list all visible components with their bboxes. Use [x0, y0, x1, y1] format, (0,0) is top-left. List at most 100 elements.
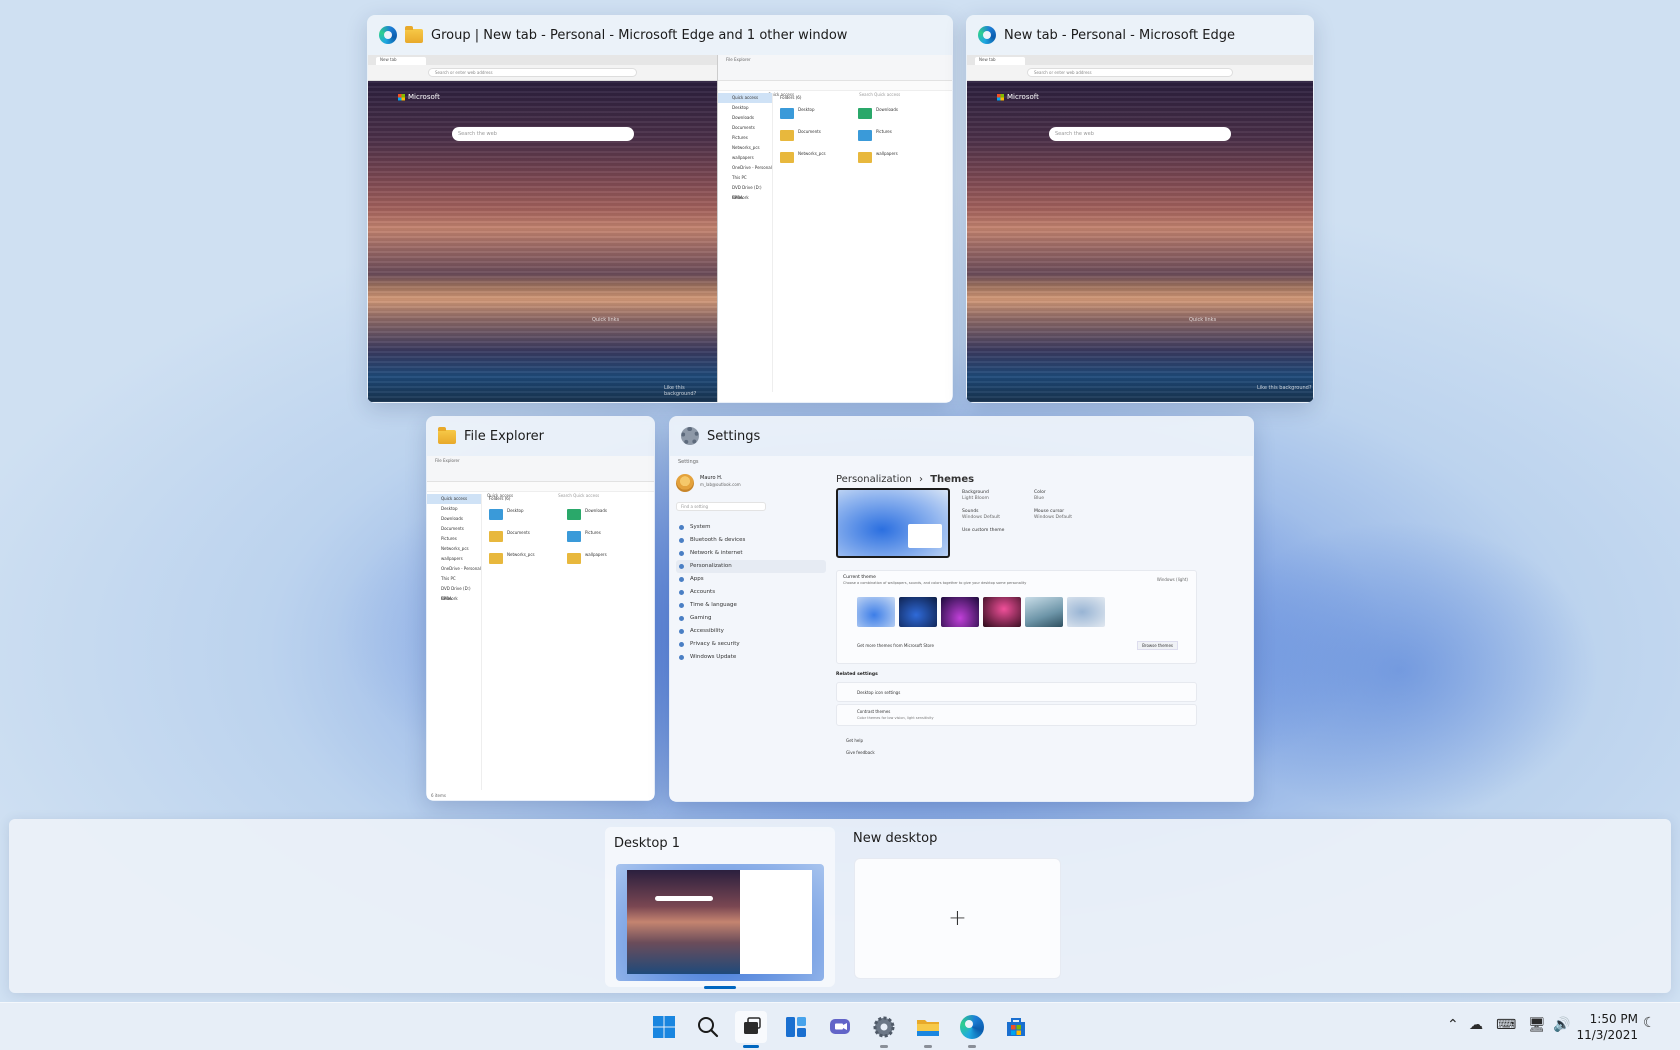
clock-time: 1:50 PM [1589, 1012, 1638, 1026]
start-button[interactable] [648, 1011, 680, 1043]
edge-icon [379, 26, 397, 44]
theme-prop-color: Color Blue [1034, 490, 1046, 501]
widgets-button[interactable] [780, 1011, 812, 1043]
window-edge-group[interactable]: Group | New tab - Personal - Microsoft E… [367, 15, 953, 403]
desktop-thumb-explorer [740, 870, 812, 974]
settings-app-label: Settings [678, 459, 699, 465]
folder-icon [438, 427, 456, 444]
microsoft-logo-icon [398, 93, 405, 101]
new-desktop-button[interactable]: + [854, 858, 1061, 979]
explorer-thumbnail: File Explorer Quick access Search Quick … [427, 456, 654, 800]
keyboard-icon[interactable]: ⌨ [1496, 1017, 1516, 1033]
folder-icon [405, 26, 423, 43]
edge-thumbnail: New tab Search or enter web address Micr… [368, 55, 717, 402]
desktop-1-selected-indicator [704, 986, 736, 989]
window-title-bar[interactable]: Group | New tab - Personal - Microsoft E… [367, 15, 953, 55]
explorer-address: Quick access Search Quick access [427, 482, 654, 498]
address-bar: Search or enter web address [1027, 68, 1233, 77]
window-thumbnail[interactable]: New tab Search or enter web address Micr… [368, 55, 952, 402]
find-setting-input: Find a setting [676, 502, 766, 511]
ntp-like-background: Like this background? [1257, 385, 1312, 391]
window-title-bar[interactable]: File Explorer [426, 416, 655, 456]
window-title: New tab - Personal - Microsoft Edge [1004, 27, 1235, 43]
contrast-themes-row: Contrast themes Color themes for low vis… [836, 704, 1197, 726]
explorer-folders: Folders (6) Desktop Downloads Documents … [778, 93, 952, 392]
desktop-1-thumbnail[interactable] [616, 864, 824, 981]
theme-swatch [1067, 597, 1105, 627]
theme-prop-sounds: Sounds Windows Default [962, 509, 1000, 520]
new-desktop-label: New desktop [853, 831, 938, 846]
settings-thumbnail: Settings Mauro H. m_lab@outlook.com Find… [670, 456, 1253, 801]
file-explorer-icon [917, 1020, 939, 1036]
ntp-background: Microsoft Search the web Quick links Lik… [967, 81, 1313, 402]
clock[interactable]: 1:50 PM 11/3/2021 [1576, 1011, 1638, 1043]
explorer-thumbnail: File Explorer Quick access Search Quick … [717, 55, 952, 402]
windows-start-icon [653, 1016, 675, 1038]
edge-taskbar-button[interactable] [956, 1011, 988, 1048]
settings-main: Personalization › Themes Background Light… [836, 474, 1197, 801]
running-indicator [880, 1045, 888, 1048]
explorer-sidebar: Quick access Desktop Downloads Documents… [718, 93, 773, 392]
avatar [676, 474, 694, 492]
desktop-icon-settings-row: Desktop icon settings [836, 682, 1197, 702]
store-button[interactable] [1000, 1011, 1032, 1043]
settings-taskbar-button[interactable] [868, 1011, 900, 1048]
microsoft-logo: Microsoft [398, 93, 440, 101]
theme-prop-background: Background Light Bloom [962, 490, 989, 501]
give-feedback-link: Give feedback [846, 750, 875, 755]
search-button[interactable] [692, 1011, 724, 1043]
onedrive-cloud-icon[interactable]: ☁ [1469, 1017, 1483, 1033]
edge-thumbnail: New tab Search or enter web address Micr… [967, 55, 1313, 402]
desktop-1[interactable]: Desktop 1 [605, 827, 835, 989]
explorer-address: Quick access Search Quick access [718, 81, 952, 97]
window-title: Settings [707, 428, 761, 444]
address-bar: Search or enter web address [428, 68, 637, 77]
theme-swatch [857, 597, 895, 627]
window-thumbnail[interactable]: File Explorer Quick access Search Quick … [427, 456, 654, 800]
theme-prop-cursor: Mouse cursor Windows Default [1034, 509, 1072, 520]
explorer-title: File Explorer [726, 57, 751, 62]
chat-icon [830, 1019, 850, 1034]
virtual-desktops-bar: Desktop 1 New desktop + [9, 819, 1671, 993]
desktop-thumb-edge [627, 870, 740, 974]
taskbar: ⌃ ☁ ⌨ 🖥 🔊 1:50 PM 11/3/2021 ☾ [0, 1002, 1680, 1050]
window-settings[interactable]: Settings Settings Mauro H. m_lab@outlook… [669, 416, 1254, 802]
explorer-sidebar: Quick access Desktop Downloads Documents… [427, 494, 482, 790]
task-view-button[interactable] [735, 1011, 767, 1048]
breadcrumb: Personalization › Themes [836, 474, 975, 485]
wallpaper-bloom-right [1200, 520, 1600, 820]
edge-icon [978, 26, 996, 44]
active-indicator [743, 1045, 759, 1048]
volume-icon[interactable]: 🔊 [1553, 1017, 1570, 1033]
window-title-bar[interactable]: New tab - Personal - Microsoft Edge [966, 15, 1314, 55]
chevron-up-icon[interactable]: ⌃ [1447, 1017, 1459, 1033]
notification-moon-icon[interactable]: ☾ [1643, 1015, 1656, 1031]
window-title-bar[interactable]: Settings [669, 416, 1254, 456]
window-thumbnail[interactable]: New tab Search or enter web address Micr… [967, 55, 1313, 402]
theme-swatch [941, 597, 979, 627]
related-settings-header: Related settings [836, 672, 878, 677]
window-thumbnail[interactable]: Settings Mauro H. m_lab@outlook.com Find… [670, 456, 1253, 801]
window-file-explorer[interactable]: File Explorer File Explorer Quick access… [426, 416, 655, 801]
settings-icon [873, 1016, 895, 1038]
running-indicator [968, 1045, 976, 1048]
ntp-quick-links: Quick links [592, 317, 620, 323]
window-title: Group | New tab - Personal - Microsoft E… [431, 27, 848, 43]
widgets-icon [786, 1017, 806, 1037]
theme-swatch [1025, 597, 1063, 627]
network-icon[interactable]: 🖥 [1528, 1017, 1546, 1033]
ntp-search-box: Search the web [1049, 127, 1231, 141]
explorer-toolbar: File Explorer [427, 456, 654, 482]
edge-toolbar: New tab Search or enter web address [368, 55, 717, 81]
microsoft-logo: Microsoft [997, 93, 1039, 101]
file-explorer-taskbar-button[interactable] [912, 1011, 944, 1048]
task-view-icon [744, 1017, 761, 1034]
edge-toolbar: New tab Search or enter web address [967, 55, 1313, 81]
settings-sidebar: Mauro H. m_lab@outlook.com Find a settin… [676, 468, 826, 801]
chat-button[interactable] [824, 1011, 856, 1043]
window-edge[interactable]: New tab - Personal - Microsoft Edge New … [966, 15, 1314, 403]
ntp-brand: Microsoft [1007, 93, 1039, 101]
ntp-search-box: Search the web [452, 127, 634, 141]
theme-swatch [983, 597, 1021, 627]
edge-icon [960, 1015, 984, 1039]
